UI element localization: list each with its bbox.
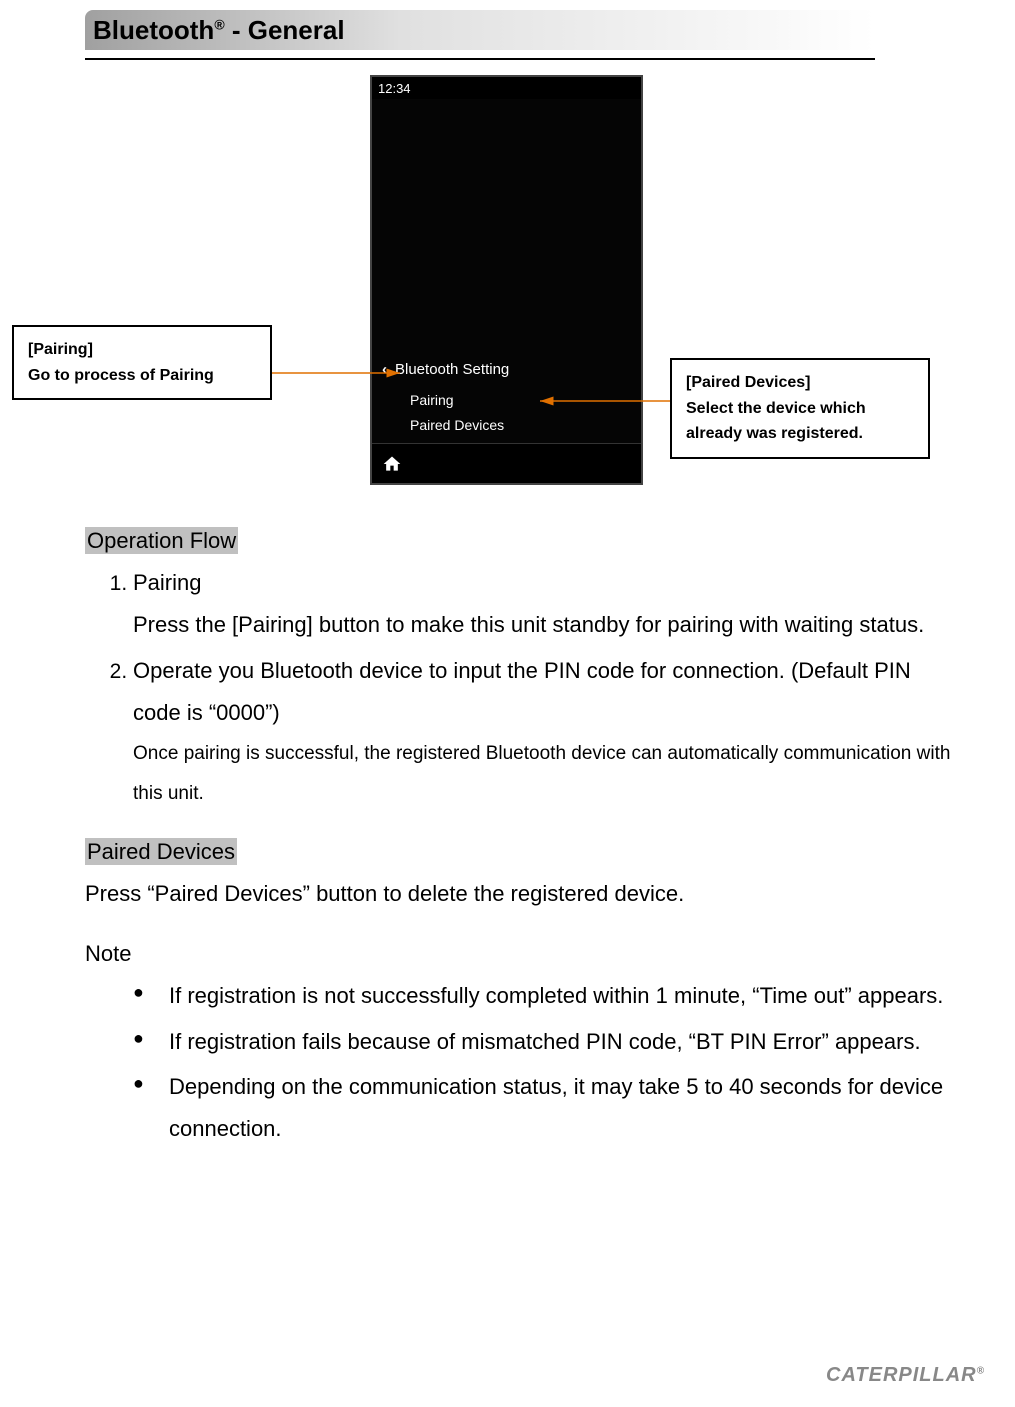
- phone-status-bar: 12:34: [372, 77, 641, 99]
- content-body: Operation Flow Pairing Press the [Pairin…: [85, 520, 955, 1168]
- section-paired-devices: Paired Devices Press “Paired Devices” bu…: [85, 831, 955, 915]
- arrow-left-icon: [272, 367, 410, 379]
- title-prefix: Bluetooth: [93, 15, 214, 45]
- callout-paired-body: Select the device which already was regi…: [686, 396, 914, 447]
- operation-flow-list: Pairing Press the [Pairing] button to ma…: [85, 562, 955, 813]
- header-underline: [85, 58, 875, 60]
- diagram-area: 12:34 ‹ Bluetooth Setting Pairing Paired…: [0, 75, 1015, 505]
- bluetooth-setting-header[interactable]: ‹ Bluetooth Setting: [382, 361, 631, 378]
- list-item: Depending on the communication status, i…: [133, 1066, 955, 1150]
- page-header: Bluetooth® - General: [85, 10, 875, 50]
- heading-paired-devices: Paired Devices: [85, 838, 237, 865]
- list-item: Pairing Press the [Pairing] button to ma…: [133, 562, 955, 646]
- phone-time: 12:34: [378, 81, 411, 96]
- callout-paired-title: [Paired Devices]: [686, 370, 914, 396]
- page-title: Bluetooth® - General: [85, 15, 345, 46]
- step-title: Operate you Bluetooth device to input th…: [133, 658, 911, 725]
- heading-operation-flow: Operation Flow: [85, 527, 238, 554]
- list-item: Operate you Bluetooth device to input th…: [133, 650, 955, 814]
- section-note: Note If registration is not successfully…: [85, 933, 955, 1150]
- caterpillar-logo: CATERPILLAR®: [826, 1364, 985, 1387]
- logo-mark: ®: [977, 1365, 985, 1376]
- section-operation-flow: Operation Flow Pairing Press the [Pairin…: [85, 520, 955, 813]
- callout-pairing-title: [Pairing]: [28, 337, 256, 363]
- heading-note: Note: [85, 933, 955, 975]
- callout-pairing-body: Go to process of Pairing: [28, 363, 256, 389]
- paired-devices-body: Press “Paired Devices” button to delete …: [85, 881, 684, 906]
- arrow-right-icon: [530, 395, 670, 407]
- registered-mark: ®: [214, 16, 224, 32]
- callout-pairing: [Pairing] Go to process of Pairing: [12, 325, 272, 400]
- home-icon[interactable]: [382, 454, 402, 474]
- list-item: If registration fails because of mismatc…: [133, 1021, 955, 1063]
- phone-mock: 12:34 ‹ Bluetooth Setting Pairing Paired…: [370, 75, 643, 485]
- note-list: If registration is not successfully comp…: [85, 975, 955, 1150]
- menu-item-paired-devices[interactable]: Paired Devices: [410, 417, 504, 433]
- title-suffix: - General: [225, 15, 345, 45]
- phone-nav-bar: [372, 443, 641, 483]
- menu-item-pairing[interactable]: Pairing: [410, 392, 454, 408]
- step-title: Pairing: [133, 570, 201, 595]
- logo-text: CATERPILLAR: [826, 1364, 977, 1386]
- step-body: Once pairing is successful, the register…: [133, 743, 950, 804]
- bluetooth-setting-title: Bluetooth Setting: [395, 361, 509, 378]
- phone-screen: ‹ Bluetooth Setting Pairing Paired Devic…: [372, 99, 641, 443]
- list-item: If registration is not successfully comp…: [133, 975, 955, 1017]
- callout-paired-devices: [Paired Devices] Select the device which…: [670, 358, 930, 459]
- step-body: Press the [Pairing] button to make this …: [133, 612, 924, 637]
